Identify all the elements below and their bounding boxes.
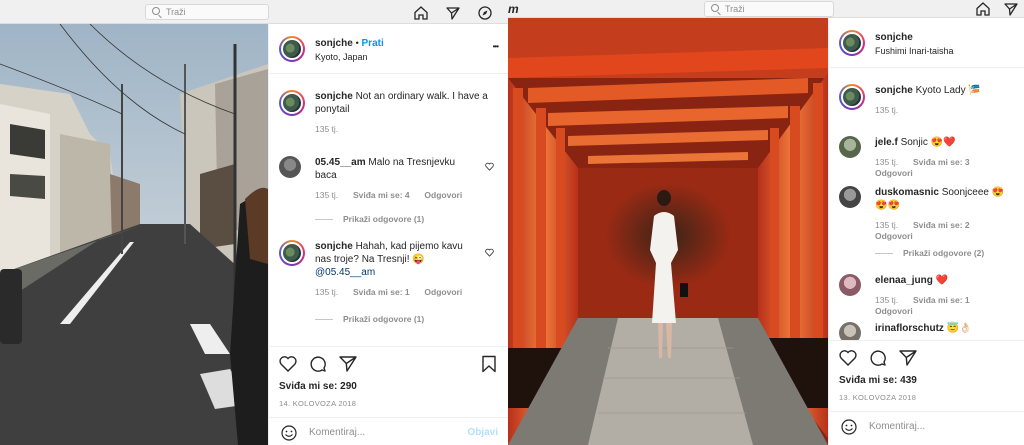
post-username[interactable]: sonjche bbox=[315, 38, 353, 49]
home-icon[interactable] bbox=[414, 6, 428, 20]
post-caption: sonjche Not an ordinary walk. I have a p… bbox=[279, 90, 498, 134]
post-photo[interactable] bbox=[508, 18, 828, 445]
more-icon[interactable]: ••• bbox=[493, 42, 499, 51]
avatar[interactable] bbox=[279, 240, 305, 266]
post-actions: Sviđa mi se: 439 13. KOLOVOZA 2018 bbox=[829, 340, 1024, 416]
post-caption: sonjche Kyoto Lady 🎏 135 tj. bbox=[839, 84, 1014, 115]
post-username[interactable]: sonjche bbox=[875, 32, 913, 43]
view-replies-button[interactable]: Prikaži odgovore (1) bbox=[315, 314, 424, 324]
add-comment-bar: Komentiraj... Objavi bbox=[269, 417, 508, 445]
left-post-window: Traži sonjche • Prati Kyoto, Japan ••• s… bbox=[0, 0, 508, 445]
comment-item: sonjche Hahah, kad pijemo kavu nas troje… bbox=[279, 240, 498, 298]
search-input[interactable]: Traži bbox=[704, 1, 834, 17]
street-photo bbox=[0, 24, 268, 445]
instagram-logo-icon[interactable]: m bbox=[508, 0, 522, 18]
like-comment-icon[interactable] bbox=[485, 162, 494, 171]
avatar[interactable] bbox=[839, 136, 861, 158]
view-replies-button[interactable]: Prikaži odgovore (1) bbox=[315, 214, 424, 224]
right-post-window: m Traži sonjche Fushimi Inari-taisha son… bbox=[508, 0, 1024, 445]
avatar[interactable] bbox=[279, 90, 305, 116]
direct-icon[interactable] bbox=[1004, 2, 1018, 16]
post-sidebar: sonjche • Prati Kyoto, Japan ••• sonjche… bbox=[268, 24, 508, 445]
torii-gates-photo bbox=[508, 18, 828, 445]
top-nav-bar: Traži bbox=[0, 0, 508, 24]
avatar[interactable] bbox=[839, 30, 865, 56]
top-nav-bar: m Traži bbox=[508, 0, 1024, 18]
comment-item: duskomasnic Soonjceee 😍😍😍 135 tj. Sviđa … bbox=[839, 186, 1014, 242]
post-header: sonjche • Prati Kyoto, Japan ••• bbox=[269, 24, 508, 74]
bookmark-icon[interactable] bbox=[480, 355, 498, 373]
avatar[interactable] bbox=[279, 36, 305, 62]
heart-icon[interactable] bbox=[839, 349, 857, 367]
share-icon[interactable] bbox=[899, 349, 917, 367]
post-actions: Sviđa mi se: 290 14. KOLOVOZA 2018 bbox=[269, 346, 508, 422]
comment-icon[interactable] bbox=[869, 349, 887, 367]
search-input[interactable]: Traži bbox=[145, 4, 269, 20]
post-photo[interactable] bbox=[0, 24, 268, 445]
share-icon[interactable] bbox=[339, 355, 357, 373]
post-location[interactable]: Fushimi Inari-taisha bbox=[875, 46, 954, 56]
avatar[interactable] bbox=[839, 274, 861, 296]
follow-button[interactable]: Prati bbox=[362, 38, 384, 49]
comment-input[interactable]: Komentiraj... bbox=[309, 427, 365, 438]
emoji-icon[interactable] bbox=[281, 425, 297, 441]
heart-icon[interactable] bbox=[279, 355, 297, 373]
likes-count[interactable]: Sviđa mi se: 439 bbox=[839, 375, 917, 386]
view-replies-button[interactable]: Prikaži odgovore (2) bbox=[875, 248, 984, 258]
home-icon[interactable] bbox=[976, 2, 990, 16]
emoji-icon[interactable] bbox=[841, 419, 857, 435]
avatar[interactable] bbox=[839, 84, 865, 110]
comment-item: jele.f Sonjic 😍❤️ 135 tj. Sviđa mi se: 3… bbox=[839, 136, 1014, 179]
post-header: sonjche Fushimi Inari-taisha bbox=[829, 18, 1024, 68]
post-sidebar: sonjche Fushimi Inari-taisha sonjche Kyo… bbox=[828, 18, 1024, 445]
post-date: 13. KOLOVOZA 2018 bbox=[839, 393, 917, 402]
comment-icon[interactable] bbox=[309, 355, 327, 373]
post-comment-button[interactable]: Objavi bbox=[467, 427, 498, 438]
avatar[interactable] bbox=[279, 156, 301, 178]
add-comment-bar: Komentiraj... bbox=[829, 411, 1024, 441]
post-location[interactable]: Kyoto, Japan bbox=[315, 52, 368, 62]
post-date: 14. KOLOVOZA 2018 bbox=[279, 399, 357, 408]
comment-input[interactable]: Komentiraj... bbox=[869, 421, 925, 432]
avatar[interactable] bbox=[839, 186, 861, 208]
search-icon bbox=[711, 4, 719, 12]
like-comment-icon[interactable] bbox=[485, 248, 494, 257]
comment-item: 05.45__am Malo na Tresnjevku baca 135 tj… bbox=[279, 156, 498, 201]
likes-count[interactable]: Sviđa mi se: 290 bbox=[279, 381, 357, 392]
explore-icon[interactable] bbox=[478, 6, 492, 20]
search-icon bbox=[152, 7, 160, 15]
comment-item: irinaflorschutz 😇👌🏻 bbox=[839, 322, 1014, 344]
comment-item: elenaa_jung ❤️ 135 tj. Sviđa mi se: 1 Od… bbox=[839, 274, 1014, 317]
direct-icon[interactable] bbox=[446, 6, 460, 20]
